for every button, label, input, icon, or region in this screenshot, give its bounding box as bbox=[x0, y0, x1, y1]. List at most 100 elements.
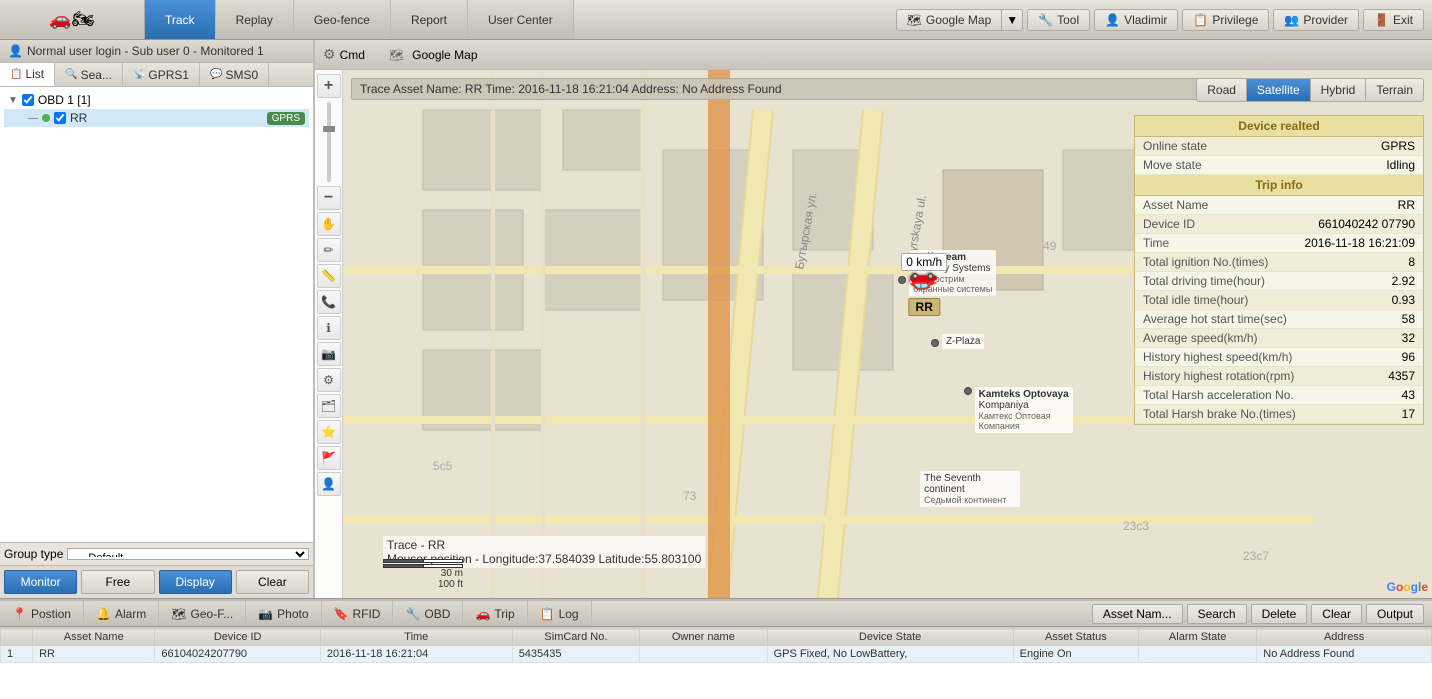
monitor-button[interactable]: Monitor bbox=[4, 570, 77, 594]
nav-tab-report[interactable]: Report bbox=[391, 0, 468, 39]
hybrid-label: Hybrid bbox=[1321, 83, 1356, 97]
list-icon: 📋 bbox=[10, 69, 22, 80]
pan-tool-button[interactable]: ✋ bbox=[317, 212, 341, 236]
popup-harsh-accel-val: 43 bbox=[1402, 388, 1415, 402]
cell-num: 1 bbox=[1, 646, 33, 663]
zoom-handle[interactable] bbox=[323, 126, 335, 132]
left-tab-list[interactable]: 📋 List bbox=[0, 63, 55, 86]
nav-tab-track[interactable]: Track bbox=[145, 0, 216, 39]
exit-button[interactable]: 🚪 Exit bbox=[1363, 9, 1424, 31]
output-action-button[interactable]: Output bbox=[1366, 604, 1424, 624]
left-tab-gprs1[interactable]: 📡 GPRS1 bbox=[123, 63, 200, 86]
tool-button[interactable]: 🔧 Tool bbox=[1027, 9, 1090, 31]
exit-icon: 🚪 bbox=[1374, 13, 1389, 27]
tree-expand-icon[interactable]: ▼ bbox=[8, 95, 18, 106]
bottom-tab-alarm[interactable]: 🔔 Alarm bbox=[84, 601, 159, 626]
bottom-tab-log[interactable]: 📋 Log bbox=[528, 601, 592, 626]
clear-action-button[interactable]: Clear bbox=[1311, 604, 1362, 624]
tree-root-checkbox[interactable] bbox=[22, 94, 34, 106]
gprs-badge: GPRS bbox=[267, 112, 305, 125]
cell-asset-status: Engine On bbox=[1013, 646, 1138, 663]
popup-idle-time-key: Total idle time(hour) bbox=[1143, 293, 1392, 307]
left-tab-search[interactable]: 🔍 Sea... bbox=[55, 63, 123, 86]
bottom-action-buttons: Asset Nam... Search Delete Clear Output bbox=[1092, 604, 1432, 624]
map-dropdown[interactable]: ▼ bbox=[1002, 9, 1023, 31]
position-tab-label: Postion bbox=[31, 607, 71, 621]
delete-action-label: Delete bbox=[1262, 607, 1297, 621]
settings-tool-button[interactable]: ⚙ bbox=[317, 368, 341, 392]
info-tool-button[interactable]: ℹ bbox=[317, 316, 341, 340]
device-section-header: Device realted bbox=[1135, 116, 1423, 137]
star-tool-button[interactable]: ⭐ bbox=[317, 420, 341, 444]
online-status-dot bbox=[42, 111, 50, 125]
free-button[interactable]: Free bbox=[81, 570, 154, 594]
asset-name-filter-button[interactable]: Asset Nam... bbox=[1092, 604, 1183, 624]
cmd-bar: ⚙ Cmd 🗺 Google Map bbox=[315, 40, 1432, 70]
time-row: Time 2016-11-18 16:21:09 bbox=[1135, 234, 1423, 253]
satellite-map-button[interactable]: Satellite bbox=[1246, 78, 1310, 102]
rfid-tab-label: RFID bbox=[352, 607, 380, 621]
camera-tool-button[interactable]: 📷 bbox=[317, 342, 341, 366]
display-button[interactable]: Display bbox=[159, 570, 232, 594]
person-tool-button[interactable]: 👤 bbox=[317, 472, 341, 496]
satellite-label: Satellite bbox=[1257, 83, 1300, 97]
cell-owner bbox=[640, 646, 767, 663]
nav-tab-usercenter[interactable]: User Center bbox=[468, 0, 574, 39]
svg-text:5c5: 5c5 bbox=[433, 459, 453, 473]
clear-button[interactable]: Clear bbox=[236, 570, 309, 594]
search-action-button[interactable]: Search bbox=[1187, 604, 1247, 624]
cell-asset-name: RR bbox=[33, 646, 155, 663]
phone-tool-button[interactable]: 📞 bbox=[317, 290, 341, 314]
terrain-map-button[interactable]: Terrain bbox=[1365, 78, 1424, 102]
bottom-tab-rfid[interactable]: 🔖 RFID bbox=[322, 601, 394, 626]
nav-tab-usercenter-label: User Center bbox=[488, 13, 553, 27]
asset-name-text: RR bbox=[916, 300, 933, 314]
right-panel: ⚙ Cmd 🗺 Google Map + − ✋ ✏ 📏 📞 ℹ 📷 ⚙ � bbox=[315, 40, 1432, 598]
zoom-slider[interactable] bbox=[327, 102, 331, 182]
tree-vehicle-checkbox[interactable] bbox=[54, 112, 66, 124]
nav-tab-replay[interactable]: Replay bbox=[216, 0, 294, 39]
popup-avg-speed-val: 32 bbox=[1402, 331, 1415, 345]
zoom-in-button[interactable]: + bbox=[317, 74, 341, 98]
asset-name-filter-label: Asset Nam... bbox=[1103, 607, 1172, 621]
ruler-tool-button[interactable]: 📏 bbox=[317, 264, 341, 288]
rfid-tab-icon: 🔖 bbox=[334, 607, 349, 621]
free-label: Free bbox=[106, 575, 131, 589]
svg-text:23c3: 23c3 bbox=[1123, 519, 1149, 533]
geofence-tab-label: Geo-F... bbox=[191, 607, 234, 621]
layers-tool-button[interactable]: 🗂 bbox=[317, 394, 341, 418]
trip-tab-icon: 🚗 bbox=[475, 607, 490, 621]
left-tab-sms0[interactable]: 💬 SMS0 bbox=[200, 63, 269, 86]
user-button[interactable]: 👤 Vladimir bbox=[1094, 9, 1178, 31]
popup-device-id-val: 661040242 07790 bbox=[1318, 217, 1415, 231]
top-navigation: 🚗🏍 Track Replay Geo-fence Report User Ce… bbox=[0, 0, 1432, 40]
tool-icon: 🔧 bbox=[1038, 13, 1053, 27]
nav-tab-geofence[interactable]: Geo-fence bbox=[294, 0, 391, 39]
exit-label: Exit bbox=[1393, 13, 1413, 27]
bottom-tab-trip[interactable]: 🚗 Trip bbox=[463, 601, 527, 626]
draw-tool-button[interactable]: ✏ bbox=[317, 238, 341, 262]
road-map-button[interactable]: Road bbox=[1196, 78, 1246, 102]
tree-vehicle-item[interactable]: — RR GPRS bbox=[4, 109, 309, 127]
popup-ignition-key: Total ignition No.(times) bbox=[1143, 255, 1408, 269]
provider-button[interactable]: 👥 Provider bbox=[1273, 9, 1359, 31]
bottom-tab-geofence[interactable]: 🗺 Geo-F... bbox=[159, 601, 246, 626]
bottom-tab-obd[interactable]: 🔧 OBD bbox=[393, 601, 463, 626]
table-row[interactable]: 1 RR 66104024207790 2016-11-18 16:21:04 … bbox=[1, 646, 1432, 663]
cell-simcard: 5435435 bbox=[512, 646, 639, 663]
flag-tool-button[interactable]: 🚩 bbox=[317, 446, 341, 470]
map-view[interactable]: Trace Asset Name: RR Time: 2016-11-18 16… bbox=[343, 70, 1432, 598]
popup-hist-rotation-key: History highest rotation(rpm) bbox=[1143, 369, 1388, 383]
hybrid-map-button[interactable]: Hybrid bbox=[1310, 78, 1366, 102]
group-type-select[interactable]: --- Default --- bbox=[67, 548, 309, 560]
privilege-button[interactable]: 📋 Privilege bbox=[1182, 9, 1269, 31]
bottom-tab-photo[interactable]: 📷 Photo bbox=[246, 601, 321, 626]
zoom-out-button[interactable]: − bbox=[317, 186, 341, 210]
popup-harsh-brake-key: Total Harsh brake No.(times) bbox=[1143, 407, 1402, 421]
user-bar: 👤 Normal user login - Sub user 0 - Monit… bbox=[0, 40, 313, 63]
delete-action-button[interactable]: Delete bbox=[1251, 604, 1308, 624]
google-map-button[interactable]: 🗺 Google Map bbox=[896, 9, 1003, 31]
bottom-section: 📍 Postion 🔔 Alarm 🗺 Geo-F... 📷 Photo 🔖 R… bbox=[0, 598, 1432, 699]
bottom-tab-position[interactable]: 📍 Postion bbox=[0, 601, 84, 626]
log-tab-icon: 📋 bbox=[540, 607, 555, 621]
